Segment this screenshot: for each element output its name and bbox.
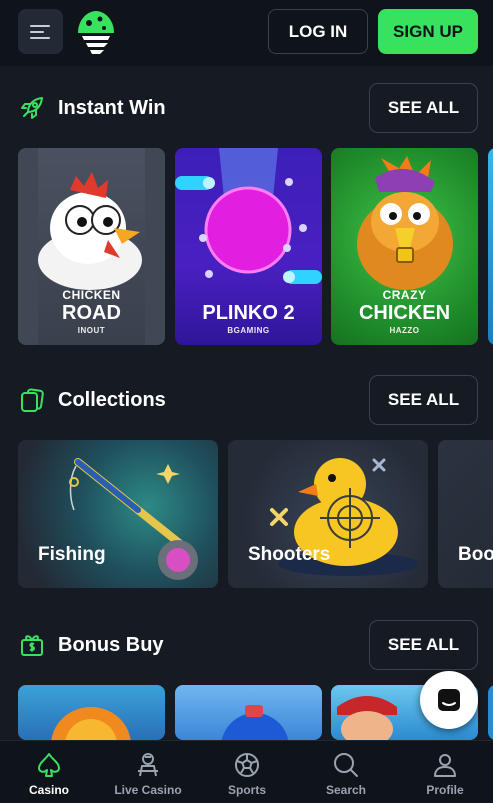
collection-card-partial[interactable]: Boo	[438, 440, 493, 588]
collection-label: Boo	[458, 544, 493, 565]
login-button[interactable]: LOG IN	[268, 9, 368, 54]
collection-label: Fishing	[38, 544, 106, 565]
game-title-line1: CRAZY	[382, 288, 427, 302]
menu-icon	[29, 24, 50, 39]
gift-dollar-icon	[18, 631, 46, 659]
spade-icon	[38, 753, 60, 777]
user-icon	[434, 754, 456, 777]
collections-icon	[18, 386, 46, 414]
soccer-ball-icon	[235, 753, 259, 777]
game-title-line2: PLINKO 2	[202, 302, 295, 324]
rocket-icon	[18, 94, 46, 122]
dealer-icon	[138, 753, 158, 777]
game-provider: HAZZO	[389, 326, 420, 335]
game-card-crazy-chicken[interactable]: CRAZY CHICKEN HAZZO	[331, 148, 478, 345]
brand-logo[interactable]	[74, 9, 118, 55]
see-all-instant-win-button[interactable]: SEE ALL	[369, 83, 478, 133]
game-title-line2: ROAD	[62, 302, 121, 324]
section-title: Instant Win	[58, 96, 166, 119]
bonus-buy-row[interactable]	[0, 685, 493, 740]
game-title-line2: CHICKEN	[358, 302, 451, 324]
tab-label: Search	[325, 783, 367, 797]
game-card-bonus-2[interactable]	[175, 685, 322, 740]
see-all-bonus-buy-button[interactable]: SEE ALL	[369, 620, 478, 670]
game-card-next-partial[interactable]	[488, 148, 493, 345]
section-title: Bonus Buy	[58, 633, 164, 656]
section-title: Collections	[58, 388, 166, 411]
signup-button[interactable]: SIGN UP	[378, 9, 478, 54]
top-header: LOG IN SIGN UP	[0, 0, 493, 66]
collection-card-fishing[interactable]: Fishing	[18, 440, 218, 588]
menu-button[interactable]	[18, 9, 63, 54]
collections-row[interactable]: Fishing Shooters Boo	[0, 440, 493, 588]
search-icon	[334, 753, 358, 777]
game-card-chicken-road[interactable]: CHICKEN ROAD INOUT	[18, 148, 165, 345]
tab-casino[interactable]: Casino	[0, 741, 98, 803]
bonus-buy-header: Bonus Buy SEE ALL	[18, 620, 478, 670]
bonus-1-art	[51, 707, 131, 740]
collections-header: Collections SEE ALL	[18, 375, 478, 425]
game-card-plinko-2[interactable]: PLINKO 2 BGAMING	[175, 148, 322, 345]
game-provider: INOUT	[77, 326, 106, 335]
instant-win-header: Instant Win SEE ALL	[18, 83, 478, 133]
tab-search[interactable]: Search	[297, 741, 395, 803]
game-card-bonus-partial[interactable]	[488, 685, 493, 740]
collection-card-shooters[interactable]: Shooters	[228, 440, 428, 588]
live-chat-button[interactable]	[420, 671, 478, 729]
see-all-collections-button[interactable]: SEE ALL	[369, 375, 478, 425]
game-title-line1: CHICKEN	[62, 288, 121, 302]
collection-label: Shooters	[248, 544, 331, 565]
tab-label: Profile	[426, 783, 464, 797]
game-provider: BGAMING	[227, 326, 270, 335]
chat-icon	[438, 689, 460, 711]
tab-label: Live Casino	[114, 783, 182, 797]
game-card-bonus-1[interactable]	[18, 685, 165, 740]
tab-profile[interactable]: Profile	[396, 741, 493, 803]
bonus-2-art	[221, 705, 289, 740]
tab-label: Casino	[28, 783, 69, 797]
tab-label: Sports	[227, 783, 266, 797]
bottom-tab-bar: Casino Live Casino Sports Search Profile	[0, 740, 493, 803]
instant-win-row[interactable]: CHICKEN ROAD INOUT PLINKO 2 BGAMING CRAZ…	[0, 148, 493, 345]
tab-live-casino[interactable]: Live Casino	[99, 741, 197, 803]
tab-sports[interactable]: Sports	[198, 741, 296, 803]
